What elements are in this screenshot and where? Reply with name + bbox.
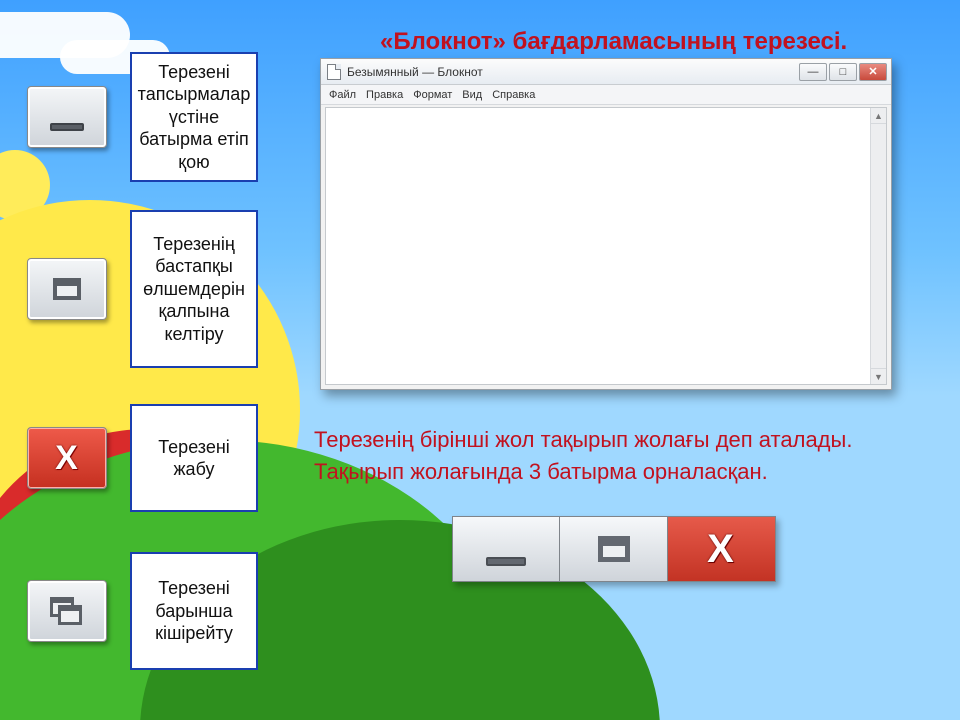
window-buttons-trio: X <box>452 516 776 582</box>
scroll-down-icon[interactable]: ▼ <box>871 368 886 384</box>
legend-label: Терезені тапсырмалар үстіне батырма етіп… <box>130 52 258 182</box>
icon-wrap: X <box>22 427 112 489</box>
minimize-icon <box>27 86 107 148</box>
document-icon <box>327 64 341 80</box>
icon-wrap <box>22 86 112 148</box>
notepad-text-area[interactable]: ▲ ▼ <box>325 107 887 385</box>
menu-item[interactable]: Файл <box>329 89 356 101</box>
caption-line: Терезенің бірінші жол тақырып жолағы деп… <box>314 424 894 456</box>
scroll-up-icon[interactable]: ▲ <box>871 108 886 124</box>
close-icon: X <box>27 427 107 489</box>
legend-label: Терезені барынша кішірейту <box>130 552 258 670</box>
vertical-scrollbar[interactable]: ▲ ▼ <box>870 108 886 384</box>
slide-title: «Блокнот» бағдарламасының терезесі. <box>380 28 847 56</box>
trio-minimize-icon <box>452 516 560 582</box>
legend-label: Терезені жабу <box>130 404 258 512</box>
legend-row-minimize: Терезені тапсырмалар үстіне батырма етіп… <box>22 52 258 182</box>
trio-maximize-icon <box>560 516 668 582</box>
legend-label: Терезенің бастапқы өлшемдерін қалпына ке… <box>130 210 258 368</box>
icon-wrap <box>22 258 112 320</box>
menu-item[interactable]: Вид <box>462 89 482 101</box>
slide-stage: Терезені тапсырмалар үстіне батырма етіп… <box>0 0 960 720</box>
legend-row-close: X Терезені жабу <box>22 404 258 512</box>
maximize-icon <box>27 258 107 320</box>
notepad-menubar: Файл Правка Формат Вид Справка <box>321 85 891 105</box>
caption-text: Терезенің бірінші жол тақырып жолағы деп… <box>314 424 894 488</box>
icon-wrap <box>22 580 112 642</box>
notepad-title-text: Безымянный — Блокнот <box>347 65 483 79</box>
notepad-window: Безымянный — Блокнот — □ ✕ Файл Правка Ф… <box>320 58 892 390</box>
menu-item[interactable]: Правка <box>366 89 403 101</box>
caption-line: Тақырып жолағында 3 батырма орналасқан. <box>314 456 894 488</box>
menu-item[interactable]: Справка <box>492 89 535 101</box>
legend-row-maximize: Терезенің бастапқы өлшемдерін қалпына ке… <box>22 210 258 368</box>
window-close-button[interactable]: ✕ <box>859 63 887 81</box>
menu-item[interactable]: Формат <box>413 89 452 101</box>
legend-row-cascade: Терезені барынша кішірейту <box>22 552 258 670</box>
notepad-titlebar: Безымянный — Блокнот — □ ✕ <box>321 59 891 85</box>
window-maximize-button[interactable]: □ <box>829 63 857 81</box>
window-minimize-button[interactable]: — <box>799 63 827 81</box>
cascade-icon <box>27 580 107 642</box>
window-control-group: — □ ✕ <box>799 63 887 81</box>
trio-close-icon: X <box>668 516 776 582</box>
